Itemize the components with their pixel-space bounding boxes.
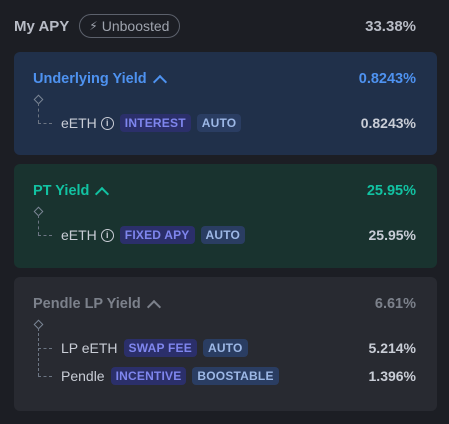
total-apy-value: 33.38% (365, 17, 416, 35)
pt-yield-value: 25.95% (366, 183, 416, 199)
swap-fee-tag: SWAP FEE (123, 339, 197, 357)
asset-name: Pendle (61, 368, 105, 384)
tree-branch (38, 123, 52, 124)
tree-connector (38, 328, 39, 376)
tree-connector (38, 215, 39, 235)
list-item: eETH i INTEREST AUTO 0.8243% (61, 114, 416, 132)
row-value: 5.214% (368, 340, 416, 356)
apy-header: My APY ⚡ Unboosted 33.38% (14, 12, 416, 40)
auto-tag: AUTO (196, 114, 242, 132)
auto-tag: AUTO (202, 339, 248, 357)
lp-yield-value: 6.61% (374, 296, 416, 312)
lightning-icon: ⚡ (89, 19, 98, 33)
underlying-yield-value: 0.8243% (358, 71, 416, 87)
pt-yield-header[interactable]: PT Yield 25.95% (33, 183, 416, 201)
lp-yield-header[interactable]: Pendle LP Yield 6.61% (33, 296, 416, 314)
row-value: 1.396% (368, 368, 416, 384)
chevron-up-icon[interactable] (95, 186, 110, 201)
chevron-up-icon[interactable] (146, 299, 161, 314)
list-item: LP eETH SWAP FEE AUTO 5.214% (61, 339, 416, 357)
tree-branch (38, 376, 52, 377)
tree-connector (38, 103, 39, 123)
chevron-up-icon[interactable] (152, 74, 167, 89)
underlying-yield-title: Underlying Yield (33, 71, 147, 87)
underlying-yield-header[interactable]: Underlying Yield 0.8243% (33, 71, 416, 89)
row-value: 0.8243% (360, 115, 416, 131)
info-icon[interactable]: i (100, 228, 114, 242)
unboosted-badge[interactable]: ⚡ Unboosted (79, 14, 181, 38)
asset-name: LP eETH (61, 340, 118, 356)
boostable-tag: BOOSTABLE (192, 367, 279, 385)
incentive-tag: INCENTIVE (110, 367, 187, 385)
lp-yield-title: Pendle LP Yield (33, 296, 141, 312)
my-apy-title: My APY (14, 17, 70, 35)
underlying-yield-card: Underlying Yield 0.8243% eETH i INTEREST… (14, 52, 437, 155)
list-item: eETH i FIXED APY AUTO 25.95% (61, 226, 416, 244)
pt-yield-card: PT Yield 25.95% eETH i FIXED APY AUTO 25… (14, 164, 437, 268)
row-value: 25.95% (368, 227, 416, 243)
lp-yield-card: Pendle LP Yield 6.61% LP eETH SWAP FEE A… (14, 277, 437, 411)
asset-name: eETH (61, 115, 97, 131)
pt-yield-title: PT Yield (33, 183, 90, 199)
fixed-apy-tag: FIXED APY (119, 226, 195, 244)
tree-branch (38, 348, 52, 349)
interest-tag: INTEREST (119, 114, 191, 132)
list-item: Pendle INCENTIVE BOOSTABLE 1.396% (61, 367, 416, 385)
auto-tag: AUTO (200, 226, 246, 244)
asset-name: eETH (61, 227, 97, 243)
info-icon[interactable]: i (100, 116, 114, 130)
unboosted-label: Unboosted (101, 18, 170, 34)
tree-branch (38, 235, 52, 236)
